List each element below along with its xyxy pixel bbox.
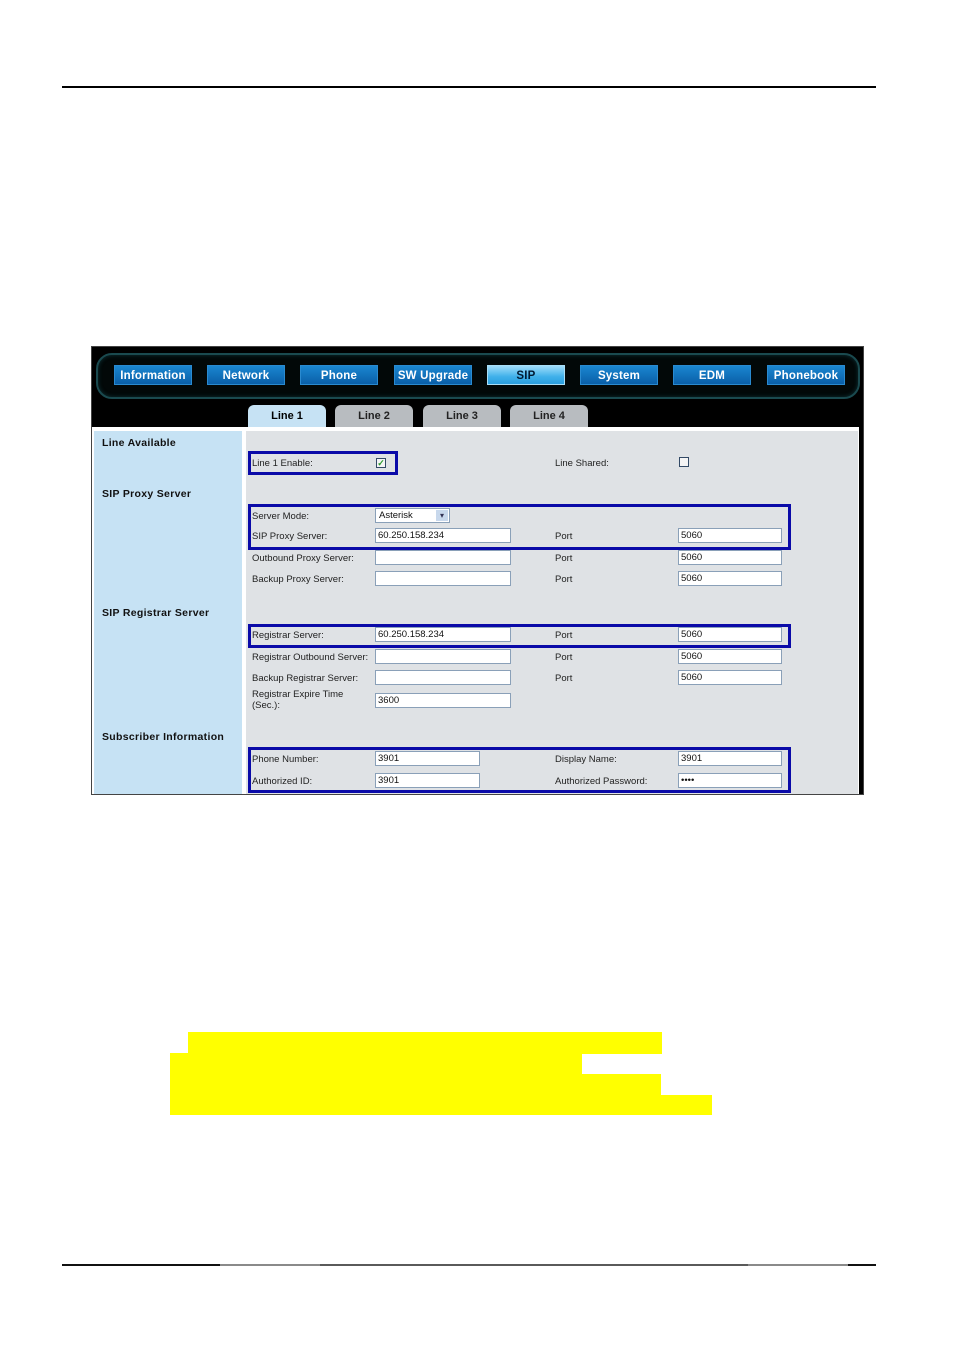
section-subscriber: Subscriber Information	[102, 731, 225, 743]
expire-time-unit-label: (Sec.):	[252, 700, 280, 711]
registrar-server-label: Registrar Server:	[252, 630, 324, 641]
tab-line-1[interactable]: Line 1	[248, 405, 326, 427]
yellow-highlight-line-3	[170, 1074, 661, 1096]
tab-line-4[interactable]: Line 4	[510, 405, 588, 427]
checkmark-icon: ✓	[377, 458, 385, 468]
section-sidebar: Line Available SIP Proxy Server SIP Regi…	[94, 431, 242, 794]
nav-phonebook[interactable]: Phonebook	[767, 365, 845, 385]
display-name-label: Display Name:	[555, 754, 617, 765]
tab-line-2[interactable]: Line 2	[335, 405, 413, 427]
phone-number-label: Phone Number:	[252, 754, 319, 765]
nav-sip[interactable]: SIP	[487, 365, 565, 385]
backup-proxy-port-label: Port	[555, 574, 573, 585]
highlight-box-proxy	[248, 504, 791, 550]
registrar-port-input[interactable]: 5060	[678, 627, 782, 642]
sip-proxy-port-label: Port	[555, 531, 573, 542]
nav-phone[interactable]: Phone	[300, 365, 378, 385]
authorized-password-label: Authorized Password:	[555, 776, 648, 787]
display-name-input[interactable]: 3901	[678, 751, 782, 766]
registrar-outbound-label: Registrar Outbound Server:	[252, 652, 369, 663]
section-sip-registrar: SIP Registrar Server	[102, 607, 210, 619]
settings-form: Line 1 Enable: ✓ Line Shared: Server Mod…	[246, 431, 858, 794]
backup-proxy-input[interactable]	[375, 571, 511, 586]
line-shared-label: Line Shared:	[555, 458, 609, 469]
section-line-available: Line Available	[102, 437, 177, 449]
backup-registrar-input[interactable]	[375, 670, 511, 685]
nav-network[interactable]: Network	[207, 365, 285, 385]
outbound-proxy-port-label: Port	[555, 553, 573, 564]
nav-system[interactable]: System	[580, 365, 658, 385]
backup-proxy-label: Backup Proxy Server:	[252, 574, 344, 585]
line-shared-checkbox[interactable]	[679, 457, 689, 467]
line-enable-checkbox[interactable]: ✓	[376, 458, 386, 468]
expire-time-label: Registrar Expire Time	[252, 689, 344, 700]
main-nav-bar: Information Network Phone SW Upgrade SIP…	[96, 353, 860, 399]
line-enable-label: Line 1 Enable:	[252, 458, 313, 469]
backup-registrar-port-label: Port	[555, 673, 573, 684]
registrar-server-input[interactable]: 60.250.158.234	[375, 627, 511, 642]
outbound-proxy-port-input[interactable]: 5060	[678, 550, 782, 565]
sip-settings-screenshot: Information Network Phone SW Upgrade SIP…	[91, 346, 864, 795]
outbound-proxy-label: Outbound Proxy Server:	[252, 553, 354, 564]
registrar-outbound-port-label: Port	[555, 652, 573, 663]
section-sip-proxy: SIP Proxy Server	[102, 488, 192, 500]
sip-proxy-port-input[interactable]: 5060	[678, 528, 782, 543]
nav-information[interactable]: Information	[114, 365, 192, 385]
nav-edm[interactable]: EDM	[673, 365, 751, 385]
backup-registrar-port-input[interactable]: 5060	[678, 670, 782, 685]
yellow-highlight-line-2	[170, 1053, 582, 1075]
authorized-id-label: Authorized ID:	[252, 776, 313, 787]
sip-proxy-label: SIP Proxy Server:	[252, 531, 328, 542]
expire-time-input[interactable]: 3600	[375, 693, 511, 708]
chevron-down-icon: ▾	[436, 510, 448, 521]
nav-sw-upgrade[interactable]: SW Upgrade	[394, 365, 472, 385]
backup-registrar-label: Backup Registrar Server:	[252, 673, 359, 684]
phone-number-input[interactable]: 3901	[375, 751, 480, 766]
sip-proxy-input[interactable]: 60.250.158.234	[375, 528, 511, 543]
header-rule	[62, 86, 876, 88]
authorized-password-input[interactable]	[678, 773, 782, 788]
server-mode-value: Asterisk	[379, 510, 413, 521]
yellow-highlight-line-4	[170, 1095, 712, 1115]
registrar-outbound-port-input[interactable]: 5060	[678, 649, 782, 664]
tab-line-3[interactable]: Line 3	[423, 405, 501, 427]
authorized-id-input[interactable]: 3901	[375, 773, 480, 788]
backup-proxy-port-input[interactable]: 5060	[678, 571, 782, 586]
server-mode-label: Server Mode:	[252, 511, 310, 522]
yellow-highlight-line-1	[188, 1032, 662, 1054]
server-mode-select[interactable]: Asterisk ▾	[375, 508, 450, 523]
outbound-proxy-input[interactable]	[375, 550, 511, 565]
settings-content: Line Available SIP Proxy Server SIP Regi…	[92, 427, 859, 794]
footer-rule	[62, 1264, 876, 1266]
registrar-outbound-input[interactable]	[375, 649, 511, 664]
registrar-port-label: Port	[555, 630, 573, 641]
